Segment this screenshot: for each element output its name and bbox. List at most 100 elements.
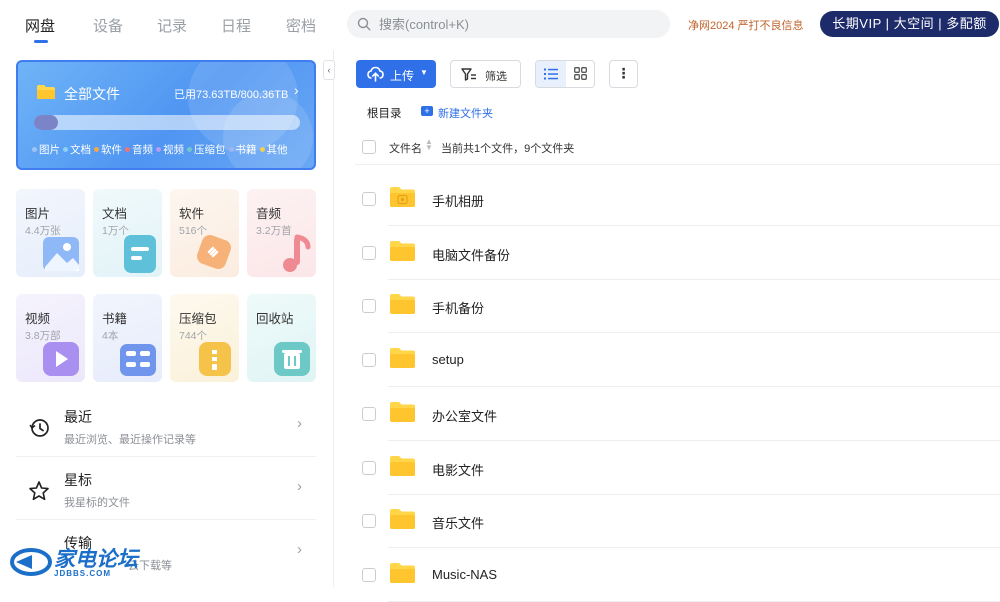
search-input[interactable] [379,10,659,38]
category-audio[interactable]: 音频 3.2万首 [247,189,316,277]
folder-icon [390,509,415,530]
watermark-domain: JDBBS.COM [54,569,112,578]
collapse-sidebar-button[interactable]: ‹ [323,60,335,80]
file-row[interactable]: 电脑文件备份 [355,227,1000,280]
row-checkbox[interactable] [362,514,376,529]
file-row[interactable]: Music-NAS [355,549,1000,602]
select-all-checkbox[interactable] [362,140,376,154]
category-recycle-bin[interactable]: 回收站 [247,294,316,382]
file-name: 电影文件 [432,462,485,478]
document-icon [124,235,156,273]
file-row[interactable]: setup [355,334,1000,388]
tab-records[interactable]: 记录 [157,15,187,36]
legend-item: 软件 [94,142,122,157]
row-checkbox[interactable] [362,299,376,314]
tab-cloud-drive[interactable]: 网盘 [25,15,55,36]
book-icon [120,344,156,376]
upload-button[interactable]: 上传 ▼ [356,60,436,88]
watermark-logo-icon [10,548,52,576]
music-icon [283,234,311,272]
filter-button[interactable]: 筛选 [450,60,521,88]
sort-icon[interactable]: ▲ ▼ [425,138,433,152]
caret-down-icon: ▼ [420,68,428,77]
view-switcher [535,60,595,88]
file-row[interactable]: 手机相册 [355,173,1000,226]
legend-label: 其他 [266,144,288,156]
legend-dot [187,147,192,152]
menu-title: 最近 [64,409,92,425]
row-checkbox[interactable] [362,353,376,368]
active-tab-indicator [34,40,48,43]
category-name: 文档 [102,207,128,221]
all-files-title: 全部文件 [64,86,120,102]
notice-text[interactable]: 净网2024 严打不良信息 [688,17,804,33]
category-name: 书籍 [102,312,128,326]
more-options-button[interactable]: ⋮ [609,60,638,88]
tab-secret-archive[interactable]: 密档 [286,15,316,36]
star-icon [29,481,49,501]
file-row[interactable]: 办公室文件 [355,388,1000,441]
legend-item: 图片 [32,142,60,157]
list-icon [544,68,558,80]
grid-view-button[interactable] [566,61,594,87]
all-files-card[interactable]: 全部文件 已用73.63TB/800.36TB › 图片 文档 软件 音频 视频 压缩包书… [16,60,316,170]
folder-icon [37,85,55,99]
tab-schedule[interactable]: 日程 [221,15,251,36]
menu-item-recent[interactable]: 最近 最近浏览、最近操作记录等 › [16,397,316,457]
file-name: 电脑文件备份 [432,247,511,263]
menu-title: 星标 [64,472,92,488]
chevron-right-icon: › [297,415,302,432]
cloud-upload-icon [367,66,384,82]
filter-label: 筛选 [485,71,507,83]
card-decoration [223,92,313,168]
legend-item: 书籍 [228,142,257,157]
file-list-header: 文件名 ▲ ▼ 当前共1个文件，9个文件夹 [355,135,1000,165]
category-name: 回收站 [256,312,294,326]
legend-label: 文档 [70,144,91,156]
file-name: Music-NAS [432,566,498,582]
row-checkbox[interactable] [362,460,376,475]
list-view-button[interactable] [536,61,566,87]
filter-icon [461,68,476,81]
trash-icon [274,342,310,376]
category-archives[interactable]: 压缩包 744个 [170,294,239,382]
new-folder-label: 新建文件夹 [438,108,493,120]
file-row[interactable]: 手机备份 [355,280,1000,334]
legend-label: 压缩包 [194,144,226,156]
legend-dot [94,147,99,152]
row-checkbox[interactable] [362,406,376,421]
category-name: 音频 [256,207,282,221]
legend-label: 书籍 [235,144,257,156]
vip-button[interactable]: 长期VIP | 大空间 | 多配额 [820,11,999,37]
search-box[interactable] [347,10,670,38]
category-documents[interactable]: 文档 1万个 [93,189,162,277]
storage-usage-fill [34,115,59,130]
folder-icon [390,348,415,369]
category-books[interactable]: 书籍 4本 [93,294,162,382]
category-name: 视频 [25,312,51,326]
category-images[interactable]: 图片 4.4万张 [16,189,85,277]
category-videos[interactable]: 视频 3.8万部 [16,294,85,382]
video-icon [43,342,79,376]
archive-icon [199,342,231,376]
row-checkbox[interactable] [362,192,376,206]
chevron-right-icon: › [294,82,299,98]
file-row[interactable]: 音乐文件 [355,495,1000,549]
tab-devices[interactable]: 设备 [93,15,123,36]
watermark: 家电论坛 JDBBS.COM [10,543,180,583]
file-name: 办公室文件 [432,408,498,424]
column-filename[interactable]: 文件名 [389,140,422,156]
file-row[interactable]: 电影文件 [355,442,1000,495]
file-name: 音乐文件 [432,516,485,532]
legend-dot [156,147,161,152]
row-checkbox[interactable] [362,567,376,582]
breadcrumb-root[interactable]: 根目录 [367,105,402,121]
menu-item-starred[interactable]: 星标 我星标的文件 › [16,460,316,520]
legend-label: 图片 [39,144,60,156]
row-checkbox[interactable] [362,245,376,260]
software-icon [197,235,231,269]
category-software[interactable]: 软件 516个 [170,189,239,277]
category-name: 软件 [179,207,205,221]
folder-icon [390,401,415,422]
legend-label: 视频 [163,144,184,156]
